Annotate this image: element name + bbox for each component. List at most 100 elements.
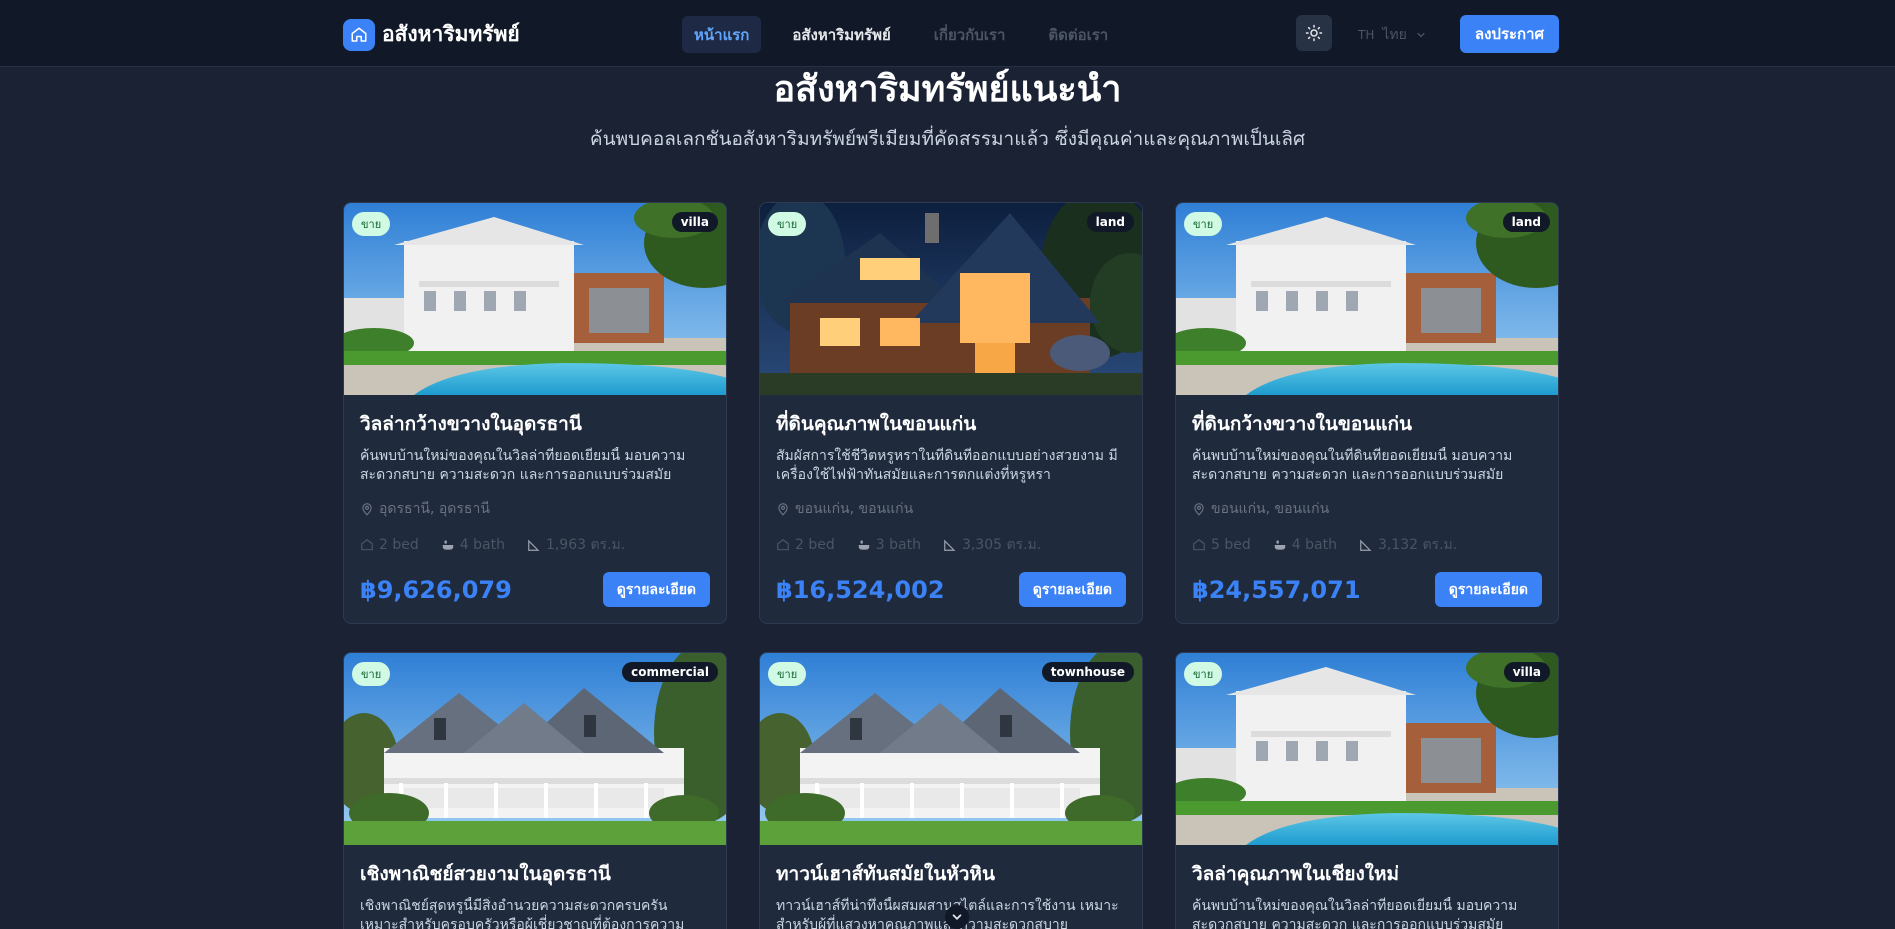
property-description: ค้นพบบ้านใหม่ของคุณในวิลล่าที่ยอดเยี่ยมน… — [1192, 898, 1518, 929]
area-text: 1,963 ตร.ม. — [545, 537, 626, 553]
map-pin-icon — [1194, 503, 1204, 516]
location-text: ขอนแก่น, ขอนแก่น — [1211, 501, 1330, 517]
property-card[interactable]: ขาย land ที่ดินกว้างขวางในขอนแก่น ค้นพบบ… — [1175, 202, 1559, 624]
bath-icon — [1274, 540, 1285, 550]
property-price: ฿9,626,079 — [360, 575, 512, 604]
bath-text: 4 bath — [1291, 537, 1337, 553]
map-pin-icon — [778, 503, 788, 516]
property-photo[interactable]: ขาย land — [1176, 203, 1558, 395]
property-description: เชิงพาณิชย์สุดหรูนี้มีสิ่งอำนวยความสะดวก… — [360, 898, 685, 929]
chevron-down-icon — [952, 914, 962, 920]
bath-count: 4 bath — [441, 537, 505, 553]
property-title[interactable]: เชิงพาณิชย์สวยงามในอุดรธานี — [360, 861, 710, 887]
property-photo[interactable]: ขาย commercial — [344, 653, 726, 845]
view-details-button[interactable]: ดูรายละเอียด — [1018, 572, 1126, 607]
sale-badge: ขาย — [1184, 212, 1223, 236]
theme-toggle-button[interactable] — [1296, 15, 1332, 51]
sale-badge: ขาย — [768, 662, 807, 686]
property-description: ค้นพบบ้านใหม่ของคุณในที่ดินที่ยอดเยี่ยมน… — [1192, 448, 1513, 483]
location-text: อุดรธานี, อุดรธานี — [379, 501, 490, 517]
property-type-badge: land — [1502, 212, 1550, 232]
sun-icon — [1305, 24, 1323, 42]
language-name: ไทย — [1382, 27, 1407, 43]
property-type-badge: commercial — [622, 662, 718, 682]
property-description: สัมผัสการใช้ชีวิตหรูหราในที่ดินที่ออกแบบ… — [776, 448, 1118, 483]
sale-badge: ขาย — [352, 662, 391, 686]
bed-text: 2 bed — [379, 537, 419, 553]
section-subtitle: ค้นพบคอลเลกชันอสังหาริมทรัพย์พรีเมียมที่… — [589, 128, 1306, 150]
area-size: 3,305 ตร.ม. — [943, 534, 1041, 556]
property-location: ขอนแก่น, ขอนแก่น — [1192, 498, 1542, 520]
view-details-button[interactable]: ดูรายละเอียด — [602, 572, 710, 607]
sale-badge: ขาย — [1184, 662, 1223, 686]
property-location: อุดรธานี, อุดรธานี — [360, 498, 710, 520]
property-title[interactable]: ที่ดินคุณภาพในขอนแก่น — [776, 411, 1126, 437]
nav-about[interactable]: เกี่ยวกับเรา — [922, 16, 1018, 53]
bath-icon — [442, 540, 453, 550]
nav-properties[interactable]: อสังหาริมทรัพย์ — [780, 16, 902, 53]
bed-count: 5 bed — [1192, 537, 1251, 553]
chevron-down-icon — [1417, 32, 1425, 38]
ruler-icon — [1360, 539, 1372, 551]
property-photo[interactable]: ขาย land — [760, 203, 1142, 395]
main-nav: หน้าแรก อสังหาริมทรัพย์ เกี่ยวกับเรา ติด… — [682, 16, 1139, 53]
home-icon — [343, 18, 375, 51]
area-text: 3,132 ตร.ม. — [1377, 537, 1458, 553]
navbar: อสังหาริมทรัพย์ หน้าแรก อสังหาริมทรัพย์ … — [0, 0, 1895, 67]
area-size: 3,132 ตร.ม. — [1359, 534, 1457, 556]
property-card[interactable]: ขาย land ที่ดินคุณภาพในขอนแก่น สัมผัสการ… — [759, 202, 1143, 624]
bath-count: 3 bath — [857, 537, 921, 553]
property-type-badge: villa — [671, 212, 718, 232]
bed-icon — [1193, 539, 1205, 551]
post-listing-button[interactable]: ลงประกาศ — [1460, 15, 1559, 53]
bath-text: 3 bath — [875, 537, 921, 553]
property-location: ขอนแก่น, ขอนแก่น — [776, 498, 1126, 520]
ruler-icon — [944, 539, 956, 551]
area-size: 1,963 ตร.ม. — [527, 534, 625, 556]
bath-icon — [858, 540, 869, 550]
property-photo[interactable]: ขาย villa — [1176, 653, 1558, 845]
property-type-badge: land — [1086, 212, 1134, 232]
property-title[interactable]: ที่ดินกว้างขวางในขอนแก่น — [1192, 411, 1542, 437]
bed-icon — [361, 539, 373, 551]
property-specs: 2 bed 4 bath 1,963 ตร.ม. — [360, 534, 710, 556]
property-price: ฿24,557,071 — [1192, 575, 1361, 604]
property-card[interactable]: ขาย villa วิลล่าคุณภาพในเชียงใหม่ ค้นพบบ… — [1175, 652, 1559, 929]
property-photo[interactable]: ขาย villa — [344, 203, 726, 395]
bed-text: 5 bed — [1211, 537, 1251, 553]
area-text: 3,305 ตร.ม. — [961, 537, 1042, 553]
property-type-badge: villa — [1503, 662, 1550, 682]
location-text: ขอนแก่น, ขอนแก่น — [795, 501, 914, 517]
brand-name: อสังหาริมทรัพย์ — [382, 22, 520, 46]
ruler-icon — [528, 539, 540, 551]
nav-contact[interactable]: ติดต่อเรา — [1036, 16, 1120, 53]
property-specs: 2 bed 3 bath 3,305 ตร.ม. — [776, 534, 1126, 556]
map-pin-icon — [362, 503, 372, 516]
language-select[interactable]: TH ไทย — [1358, 24, 1427, 46]
bed-icon — [777, 539, 789, 551]
section-title: อสังหาริมทรัพย์แนะนำ — [773, 69, 1122, 110]
property-title[interactable]: วิลล่าคุณภาพในเชียงใหม่ — [1192, 861, 1542, 887]
bed-text: 2 bed — [795, 537, 835, 553]
bed-count: 2 bed — [776, 537, 835, 553]
property-card[interactable]: ขาย commercial เชิงพาณิชย์สวยงามในอุดรธา… — [343, 652, 727, 929]
scroll-down-button[interactable] — [945, 905, 969, 929]
brand-logo[interactable]: อสังหาริมทรัพย์ — [343, 18, 520, 51]
sale-badge: ขาย — [352, 212, 391, 236]
bed-count: 2 bed — [360, 537, 419, 553]
property-card[interactable]: ขาย townhouse ทาวน์เฮาส์ทันสมัยในหัวหิน … — [759, 652, 1143, 929]
property-specs: 5 bed 4 bath 3,132 ตร.ม. — [1192, 534, 1542, 556]
property-title[interactable]: วิลล่ากว้างขวางในอุดรธานี — [360, 411, 710, 437]
bath-count: 4 bath — [1273, 537, 1337, 553]
property-card[interactable]: ขาย villa วิลล่ากว้างขวางในอุดรธานี ค้นพ… — [343, 202, 727, 624]
view-details-button[interactable]: ดูรายละเอียด — [1434, 572, 1542, 607]
property-description: ค้นพบบ้านใหม่ของคุณในวิลล่าที่ยอดเยี่ยมน… — [360, 448, 686, 483]
sale-badge: ขาย — [768, 212, 807, 236]
bath-text: 4 bath — [459, 537, 505, 553]
language-code: TH — [1358, 28, 1375, 42]
property-photo[interactable]: ขาย townhouse — [760, 653, 1142, 845]
nav-home[interactable]: หน้าแรก — [682, 16, 762, 53]
property-type-badge: townhouse — [1041, 662, 1134, 682]
property-price: ฿16,524,002 — [776, 575, 945, 604]
property-title[interactable]: ทาวน์เฮาส์ทันสมัยในหัวหิน — [776, 861, 1126, 887]
